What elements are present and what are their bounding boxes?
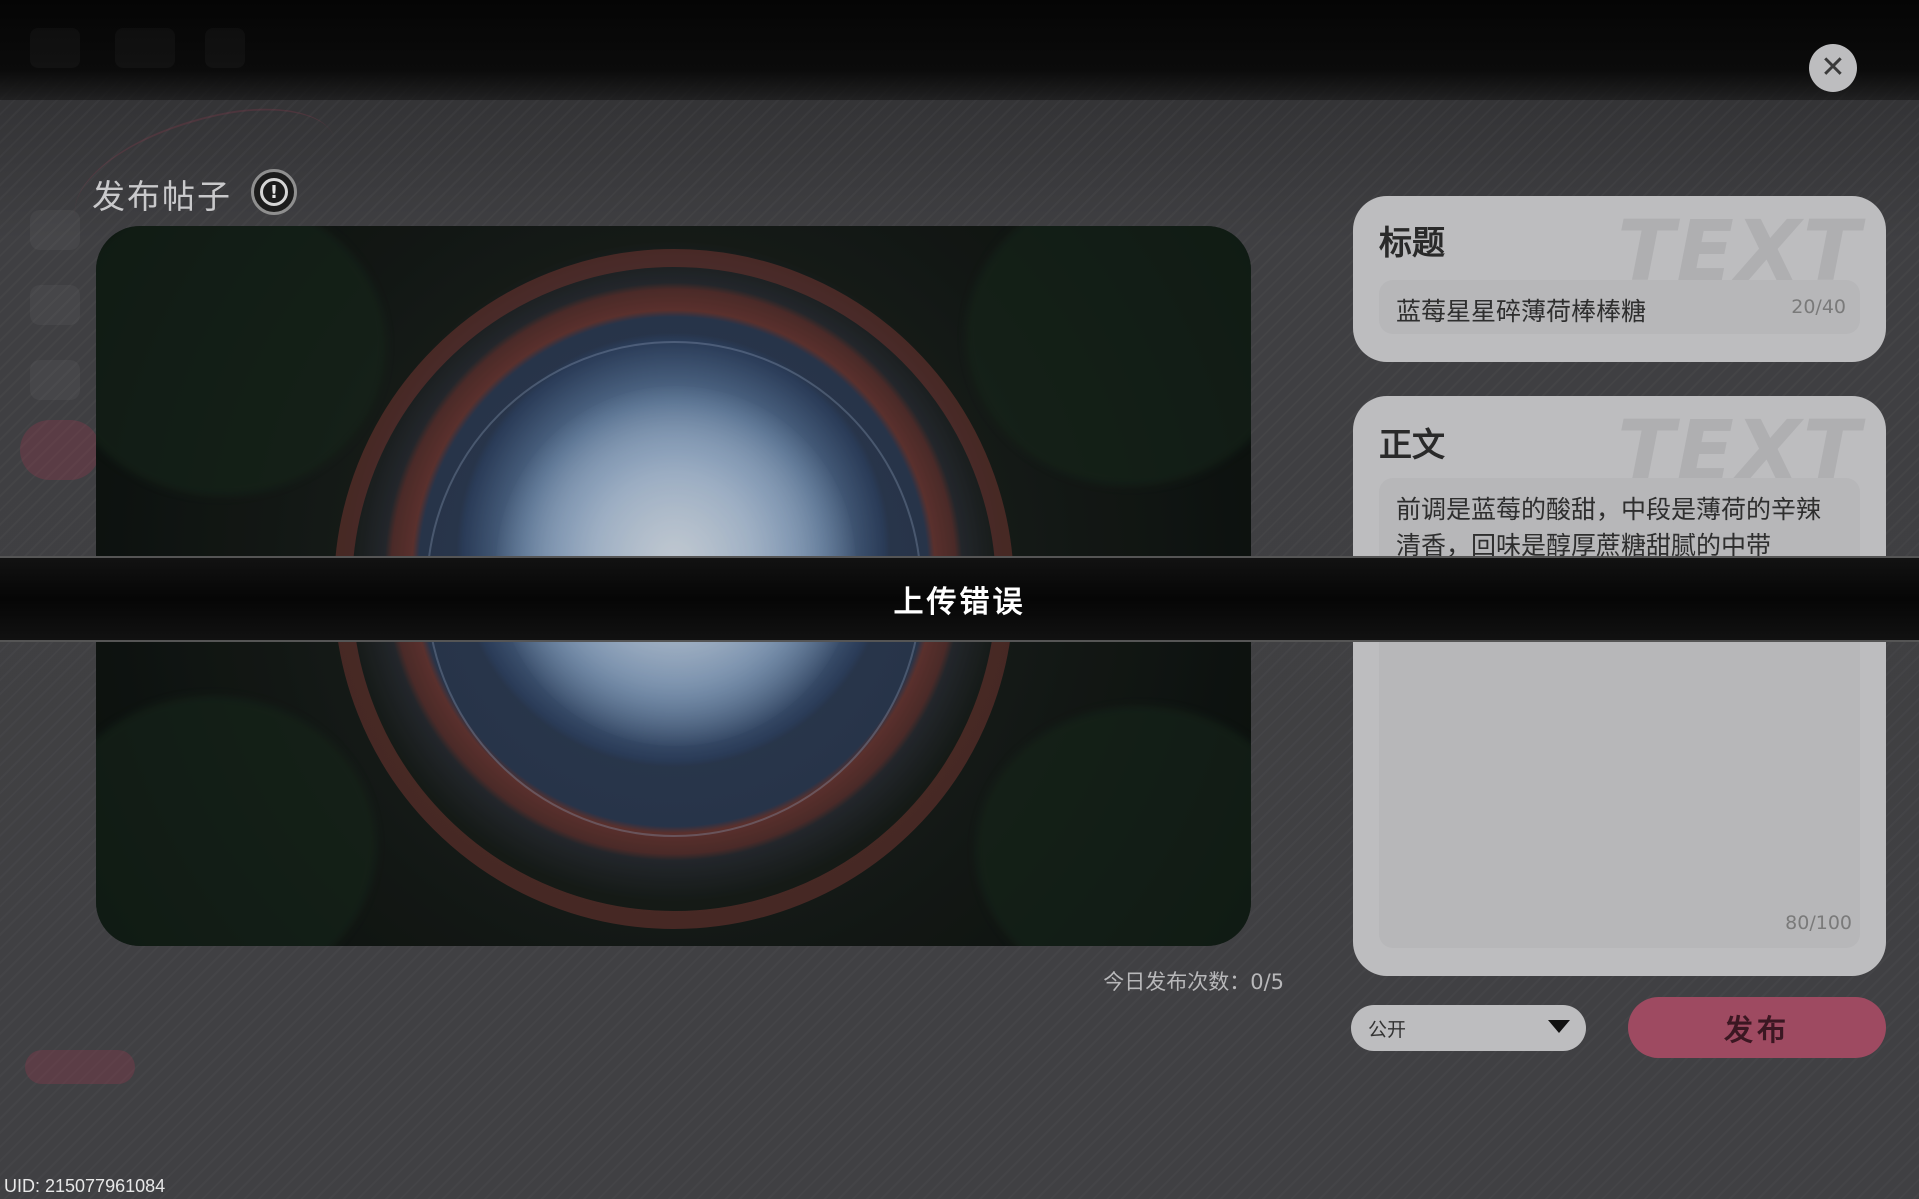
ghost-icon	[205, 28, 245, 68]
body-card: TEXT 正文 前调是蓝莓的酸甜，中段是薄荷的辛辣清香，回味是醇厚蔗糖甜腻的中带…	[1353, 396, 1886, 976]
ghost-icon	[30, 28, 80, 68]
publish-button[interactable]: 发布	[1628, 997, 1886, 1058]
title-input-value: 蓝莓星星碎薄荷棒棒糖	[1396, 297, 1647, 326]
toast-message: 上传错误	[893, 585, 1026, 620]
page-title: 发布帖子	[92, 177, 232, 216]
visibility-select-value: 公开	[1368, 1018, 1407, 1041]
close-button[interactable]: ✕	[1809, 44, 1857, 92]
body-char-count: 80/100	[1785, 912, 1852, 934]
error-toast: 上传错误	[0, 556, 1919, 642]
exclamation-circle-icon[interactable]: !	[251, 169, 297, 215]
title-card: TEXT 标题 蓝莓星星碎薄荷棒棒糖 20/40	[1353, 196, 1886, 362]
daily-post-count: 今日发布次数：0/5	[1103, 970, 1284, 994]
background-sidebar-item	[30, 285, 80, 325]
close-icon: ✕	[1820, 50, 1846, 85]
background-sidebar-item	[30, 360, 80, 400]
ghost-icon	[115, 28, 175, 68]
top-bar	[0, 0, 1919, 100]
body-label: 正文	[1379, 425, 1445, 464]
body-textarea-value: 前调是蓝莓的酸甜，中段是薄荷的辛辣清香，回味是醇厚蔗糖甜腻的中带	[1396, 495, 1822, 560]
title-input[interactable]: 蓝莓星星碎薄荷棒棒糖 20/40	[1379, 280, 1860, 334]
background-pink-button	[20, 420, 100, 480]
title-char-count: 20/40	[1791, 296, 1846, 318]
background-sidebar-item	[30, 210, 80, 250]
title-label: 标题	[1379, 223, 1445, 262]
chevron-down-icon	[1548, 1020, 1570, 1033]
background-pink-tag	[25, 1050, 135, 1084]
uid-label: UID: 215077961084	[4, 1176, 166, 1196]
body-textarea[interactable]: 前调是蓝莓的酸甜，中段是薄荷的辛辣清香，回味是醇厚蔗糖甜腻的中带 80/100	[1379, 478, 1860, 948]
visibility-select[interactable]: 公开	[1351, 1005, 1586, 1051]
